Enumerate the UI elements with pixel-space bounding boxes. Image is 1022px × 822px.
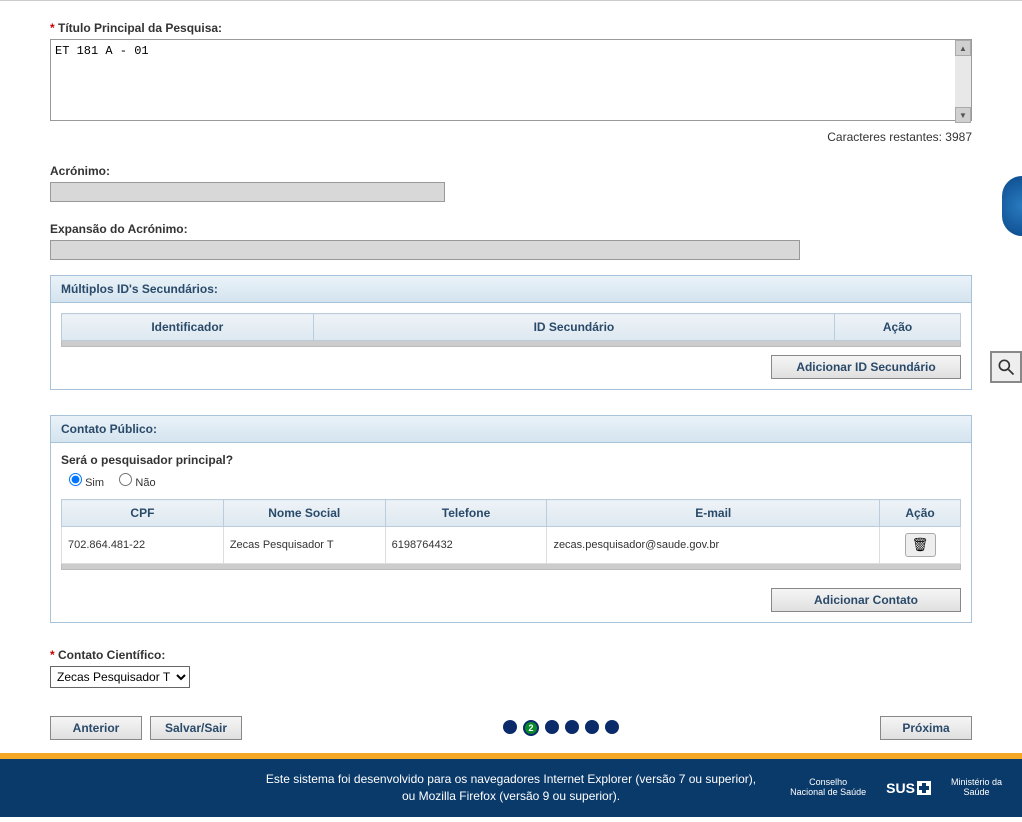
anterior-button[interactable]: Anterior: [50, 716, 142, 740]
cell-email: zecas.pesquisador@saude.gov.br: [547, 527, 880, 564]
radio-sim-label[interactable]: Sim: [69, 477, 104, 489]
plus-icon: [917, 781, 931, 795]
step-indicator: 2: [503, 720, 619, 736]
titulo-label: * Título Principal da Pesquisa:: [50, 21, 972, 35]
contato-table: CPF Nome Social Telefone E-mail Ação 702…: [61, 499, 961, 564]
radio-nao[interactable]: [119, 473, 132, 486]
radio-nao-label[interactable]: Não: [119, 477, 155, 489]
magnifier-icon: [996, 357, 1016, 377]
col-cpf: CPF: [62, 500, 224, 527]
col-acao: Ação: [835, 314, 961, 341]
step-6[interactable]: [605, 720, 619, 734]
contato-cientifico-label: * Contato Científico:: [50, 648, 972, 662]
expansao-label: Expansão do Acrónimo:: [50, 222, 972, 236]
contato-cientifico-select[interactable]: Zecas Pesquisador T: [50, 666, 190, 688]
side-widget[interactable]: [1002, 176, 1022, 236]
step-1[interactable]: [503, 720, 517, 734]
titulo-textarea[interactable]: ET 181 A - 01: [50, 39, 972, 121]
logo-ministerio: Ministério daSaúde: [951, 778, 1002, 798]
step-3[interactable]: [545, 720, 559, 734]
contato-publico-panel: Contato Público: Será o pesquisador prin…: [50, 415, 972, 623]
textarea-scrollbar[interactable]: ▲ ▼: [955, 40, 971, 123]
trash-icon: 🗑: [912, 537, 929, 552]
acronimo-input[interactable]: [50, 182, 445, 202]
cell-nome: Zecas Pesquisador T: [223, 527, 385, 564]
expansao-input[interactable]: [50, 240, 800, 260]
logo-conselho: ConselhoNacional de Saúde: [790, 778, 866, 798]
principal-question: Será o pesquisador principal?: [61, 453, 961, 467]
col-tel: Telefone: [385, 500, 547, 527]
col-email: E-mail: [547, 500, 880, 527]
salvar-button[interactable]: Salvar/Sair: [150, 716, 242, 740]
cell-tel: 6198764432: [385, 527, 547, 564]
step-2[interactable]: 2: [523, 720, 539, 736]
step-5[interactable]: [585, 720, 599, 734]
col-id-sec: ID Secundário: [313, 314, 834, 341]
proxima-button[interactable]: Próxima: [880, 716, 972, 740]
add-contato-button[interactable]: Adicionar Contato: [771, 588, 961, 612]
multiplos-table: Identificador ID Secundário Ação: [61, 313, 961, 341]
radio-sim[interactable]: [69, 473, 82, 486]
acronimo-label: Acrónimo:: [50, 164, 972, 178]
footer-line2: ou Mozilla Firefox (versão 9 ou superior…: [266, 788, 756, 805]
step-4[interactable]: [565, 720, 579, 734]
table-row: 702.864.481-22 Zecas Pesquisador T 61987…: [62, 527, 961, 564]
footer-line1: Este sistema foi desenvolvido para os na…: [266, 771, 756, 788]
zoom-widget[interactable]: [990, 351, 1022, 383]
scroll-up-icon[interactable]: ▲: [955, 40, 971, 56]
multiplos-title: Múltiplos ID's Secundários:: [51, 276, 971, 303]
delete-row-button[interactable]: 🗑: [905, 533, 936, 557]
add-id-button[interactable]: Adicionar ID Secundário: [771, 355, 961, 379]
cell-cpf: 702.864.481-22: [62, 527, 224, 564]
col-acao2: Ação: [880, 500, 961, 527]
multiplos-panel: Múltiplos ID's Secundários: Identificado…: [50, 275, 972, 390]
col-nome: Nome Social: [223, 500, 385, 527]
col-identificador: Identificador: [62, 314, 314, 341]
contato-publico-title: Contato Público:: [51, 416, 971, 443]
logo-sus: SUS: [886, 780, 931, 796]
char-count: Caracteres restantes: 3987: [50, 130, 972, 144]
scroll-down-icon[interactable]: ▼: [955, 107, 971, 123]
footer: Este sistema foi desenvolvido para os na…: [0, 759, 1022, 817]
